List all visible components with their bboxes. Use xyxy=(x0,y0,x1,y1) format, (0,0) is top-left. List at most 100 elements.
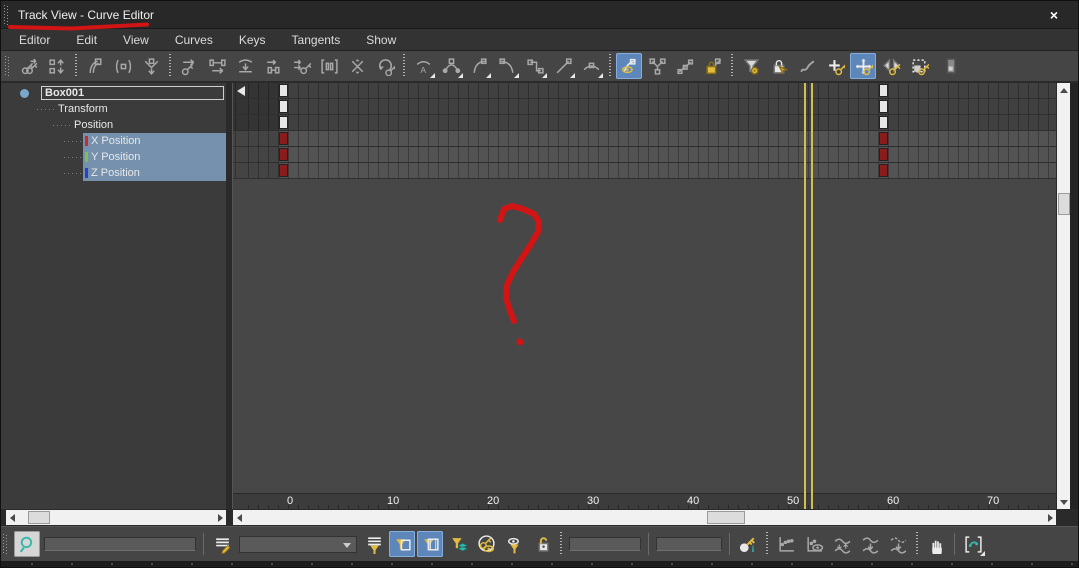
flatten-keys-button[interactable] xyxy=(232,53,258,79)
set-tangents-auto-button[interactable]: A xyxy=(410,53,436,79)
key-time-field[interactable] xyxy=(569,537,641,551)
main-scroll-right-arrow[interactable] xyxy=(1044,510,1056,525)
tree-item-transform[interactable]: ····· Transform xyxy=(1,101,226,117)
track-row-3[interactable] xyxy=(233,131,1056,147)
time-ruler[interactable]: 0 10 20 30 40 50 60 70 xyxy=(233,493,1056,509)
panel-splitter[interactable] xyxy=(226,83,233,509)
set-tangents-spline-button[interactable] xyxy=(438,53,464,79)
menu-item-view[interactable]: View xyxy=(110,29,162,51)
nudge-keys-vertical-button[interactable] xyxy=(44,53,70,79)
keyframe-frame-60[interactable] xyxy=(879,116,888,129)
set-tangents-fast-button[interactable] xyxy=(466,53,492,79)
zoom-region-button[interactable] xyxy=(960,531,986,557)
filters-menu-button[interactable] xyxy=(361,531,387,557)
scale-values-button[interactable] xyxy=(934,53,960,79)
toolbar-grip[interactable] xyxy=(3,534,9,554)
tree-scroll-thumb[interactable] xyxy=(28,511,50,524)
tree-item-box001[interactable]: Box001 xyxy=(1,85,226,101)
edit-track-sets-button[interactable] xyxy=(209,531,235,557)
set-tangents-smooth-button[interactable] xyxy=(578,53,604,79)
frame-horizontal-extents-keys-button[interactable] xyxy=(801,531,827,557)
range-start-arrow-icon[interactable] xyxy=(237,86,245,96)
set-tangents-step-button[interactable] xyxy=(522,53,548,79)
add-keys-button[interactable] xyxy=(822,53,848,79)
region-keys-tool-button[interactable] xyxy=(316,53,342,79)
main-horizontal-scrollbar[interactable] xyxy=(233,510,1056,525)
keyframe-frame-0[interactable] xyxy=(279,100,288,113)
curve-graph-area[interactable] xyxy=(233,179,1056,493)
tree-item-x-position[interactable]: ····· X Position xyxy=(1,133,226,149)
show-tangents-toggle-button[interactable] xyxy=(616,53,642,79)
menu-item-edit[interactable]: Edit xyxy=(63,29,110,51)
scale-keys-button[interactable] xyxy=(906,53,932,79)
randomize-keys-button[interactable] xyxy=(344,53,370,79)
ease-keys-button[interactable] xyxy=(260,53,286,79)
name-filter-input[interactable] xyxy=(44,537,196,551)
shift-keys-button[interactable] xyxy=(288,53,314,79)
lock-selection-button[interactable] xyxy=(766,53,792,79)
tree-horizontal-scrollbar[interactable] xyxy=(6,510,226,525)
zoom-value-extents-selected-button[interactable] xyxy=(857,531,883,557)
track-key-rows[interactable] xyxy=(233,83,1056,179)
keyframe-frame-60[interactable] xyxy=(879,132,888,145)
scale-keys-time-button[interactable] xyxy=(204,53,230,79)
filter-visible-objects-button[interactable] xyxy=(501,531,527,557)
keyframe-frame-0[interactable] xyxy=(279,132,288,145)
track-row-5[interactable] xyxy=(233,163,1056,179)
keyframe-frame-60[interactable] xyxy=(879,164,888,177)
menu-item-editor[interactable]: Editor xyxy=(6,29,63,51)
vertical-scrollbar[interactable] xyxy=(1056,83,1070,509)
offset-keys-button[interactable] xyxy=(16,53,42,79)
track-sets-dropdown[interactable] xyxy=(239,535,357,553)
break-tangents-button[interactable] xyxy=(644,53,670,79)
unify-tangents-button[interactable] xyxy=(672,53,698,79)
menu-item-curves[interactable]: Curves xyxy=(162,29,226,51)
slide-keys-horizontal-button[interactable] xyxy=(176,53,202,79)
titlebar-grip[interactable] xyxy=(4,4,10,25)
tree-scroll-left-arrow[interactable] xyxy=(6,510,18,525)
menu-item-show[interactable]: Show xyxy=(353,29,409,51)
keyframe-frame-60[interactable] xyxy=(879,148,888,161)
close-button[interactable]: × xyxy=(1044,5,1064,25)
tree-scroll-right-arrow[interactable] xyxy=(214,510,226,525)
tree-item-z-position[interactable]: ····· Z Position xyxy=(1,165,226,181)
keyframe-frame-0[interactable] xyxy=(279,116,288,129)
vertical-scroll-thumb[interactable] xyxy=(1058,193,1070,215)
show-keyable-icons-button[interactable] xyxy=(473,531,499,557)
hierarchy-tree-panel[interactable]: Box001 ····· Transform ····· Position ····· X … xyxy=(1,83,226,509)
zoom-selected-object-button[interactable] xyxy=(14,531,40,557)
tree-item-position[interactable]: ····· Position xyxy=(1,117,226,133)
zoom-value-extents-button[interactable] xyxy=(829,531,855,557)
track-row-0[interactable] xyxy=(233,83,1056,99)
move-keys-button[interactable] xyxy=(850,53,876,79)
show-key-info-button[interactable]: i xyxy=(735,531,761,557)
scroll-up-arrow[interactable] xyxy=(1057,83,1071,97)
set-tangents-slow-button[interactable] xyxy=(494,53,520,79)
keyframe-frame-60[interactable] xyxy=(879,100,888,113)
menu-item-keys[interactable]: Keys xyxy=(226,29,279,51)
filter-selected-objects-toggle-button[interactable] xyxy=(417,531,443,557)
lock-tangents-toggle-button[interactable] xyxy=(700,53,726,79)
break-tangents-tool-button[interactable] xyxy=(82,53,108,79)
loop-keys-button[interactable] xyxy=(372,53,398,79)
keyframe-frame-0[interactable] xyxy=(279,148,288,161)
key-value-field[interactable] xyxy=(656,537,722,551)
draw-curves-button[interactable] xyxy=(794,53,820,79)
set-tangents-linear-button[interactable] xyxy=(550,53,576,79)
keyframe-frame-60[interactable] xyxy=(879,84,888,97)
toolbar-grip[interactable] xyxy=(5,56,11,76)
main-scroll-thumb[interactable] xyxy=(707,511,745,524)
keyframe-frame-0[interactable] xyxy=(279,84,288,97)
track-row-2[interactable] xyxy=(233,115,1056,131)
snap-key-to-frame-button[interactable] xyxy=(110,53,136,79)
tree-item-y-position[interactable]: ····· Y Position xyxy=(1,149,226,165)
filter-unlocked-attributes-button[interactable] xyxy=(529,531,555,557)
scroll-down-arrow[interactable] xyxy=(1057,495,1071,509)
pan-tool-button[interactable] xyxy=(923,531,949,557)
keyframe-frame-0[interactable] xyxy=(279,164,288,177)
time-slider-line-left[interactable] xyxy=(804,83,806,509)
menu-item-tangents[interactable]: Tangents xyxy=(279,29,354,51)
frame-horizontal-extents-button[interactable] xyxy=(773,531,799,557)
slide-keys-button[interactable] xyxy=(878,53,904,79)
filter-selected-tracks-toggle-button[interactable] xyxy=(389,531,415,557)
